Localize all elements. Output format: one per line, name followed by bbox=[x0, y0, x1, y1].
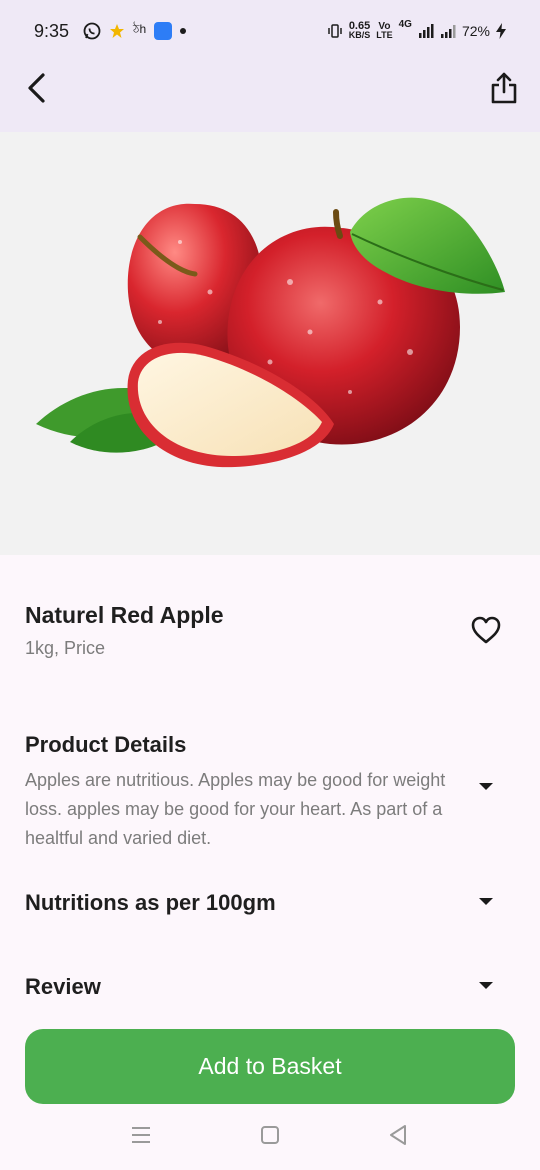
network-speed: 0.65 KB/S bbox=[348, 21, 371, 40]
share-button[interactable] bbox=[484, 70, 524, 110]
star-app-icon bbox=[109, 23, 125, 39]
recent-apps-button[interactable] bbox=[128, 1124, 154, 1150]
volte-indicator: Vo LTE bbox=[376, 22, 392, 40]
status-time: 9:35 bbox=[34, 20, 70, 41]
triangle-back-icon bbox=[388, 1124, 408, 1151]
charging-icon bbox=[496, 23, 506, 39]
product-details-text: Apples are nutritious. Apples may be goo… bbox=[25, 770, 446, 848]
network-type: 4G bbox=[398, 19, 412, 30]
signal-icon-2 bbox=[440, 23, 456, 39]
heart-outline-icon bbox=[470, 615, 502, 650]
chevron-down-icon bbox=[477, 978, 495, 996]
apple-illustration bbox=[36, 197, 505, 468]
chevron-down-icon bbox=[477, 779, 495, 797]
status-right: 0.65 KB/S Vo LTE 4G 72% bbox=[327, 0, 506, 62]
add-to-basket-button[interactable]: Add to Basket bbox=[25, 1029, 515, 1104]
app-notification-icon: ঠh bbox=[133, 22, 147, 36]
product-title: Naturel Red Apple bbox=[25, 602, 224, 628]
product-subtitle: 1kg, Price bbox=[25, 638, 106, 658]
back-button[interactable] bbox=[16, 70, 56, 110]
status-bar: 9:35 ঠh 0.65 KB/S Vo LTE 4G 72% bbox=[0, 0, 540, 62]
volte-bottom: LTE bbox=[376, 30, 393, 40]
product-details-toggle[interactable] bbox=[474, 776, 498, 800]
battery-level: 72% bbox=[461, 23, 490, 39]
product-image bbox=[0, 132, 540, 555]
review-toggle[interactable] bbox=[474, 975, 498, 999]
favorite-button[interactable] bbox=[466, 612, 506, 652]
chevron-down-icon bbox=[477, 894, 495, 912]
product-details-title[interactable]: Product Details bbox=[25, 732, 186, 758]
whatsapp-icon bbox=[83, 22, 101, 40]
share-icon bbox=[490, 71, 518, 110]
signal-icon bbox=[418, 23, 434, 39]
system-nav-bar bbox=[0, 1104, 540, 1170]
network-speed-unit: KB/S bbox=[348, 30, 371, 40]
menu-lines-icon bbox=[130, 1125, 152, 1150]
nutrition-toggle[interactable] bbox=[474, 891, 498, 915]
vibrate-icon bbox=[327, 23, 343, 39]
square-icon bbox=[260, 1125, 280, 1150]
cloud-app-icon bbox=[154, 22, 173, 40]
status-left: 9:35 ঠh bbox=[34, 20, 187, 42]
nutrition-title[interactable]: Nutritions as per 100gm bbox=[25, 890, 276, 916]
home-button[interactable] bbox=[257, 1124, 283, 1150]
app-bar bbox=[0, 62, 540, 132]
more-notifications-icon bbox=[180, 28, 187, 34]
back-nav-button[interactable] bbox=[385, 1124, 411, 1150]
chevron-left-icon bbox=[25, 72, 47, 109]
review-title[interactable]: Review bbox=[25, 974, 101, 1000]
